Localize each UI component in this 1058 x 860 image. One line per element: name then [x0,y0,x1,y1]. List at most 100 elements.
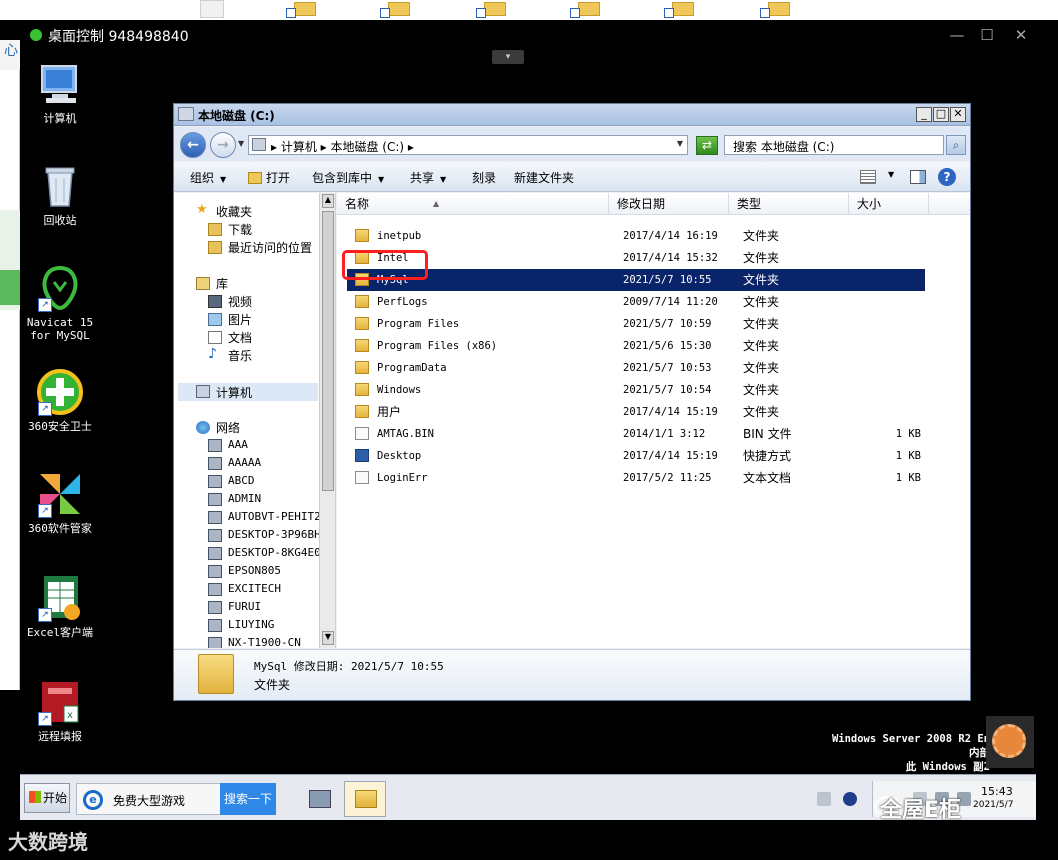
file-name: LoginErr [377,472,428,484]
explorer-titlebar[interactable]: 本地磁盘 (C:) _ □ ✕ [174,104,970,126]
host-folder-shortcut-icon[interactable] [380,0,410,18]
search-button[interactable]: 搜索一下 [220,783,276,815]
search-input[interactable]: 搜索 本地磁盘 (C:) [724,135,944,155]
file-row[interactable]: Windows 2021/5/7 10:54 文件夹 [347,379,925,401]
minimize-button[interactable]: — [944,24,970,46]
host-left-char: 心 [0,40,20,70]
file-row[interactable]: inetpub 2017/4/14 16:19 文件夹 [347,225,925,247]
clock-date[interactable]: 2021/5/7 [973,800,1013,810]
nav-pane-scrollbar[interactable]: ▲ ▼ [319,193,335,648]
back-button[interactable]: ← [180,132,206,158]
recent-places-icon [208,241,222,254]
explorer-maximize-button[interactable]: □ [933,107,949,122]
help-icon[interactable] [843,792,857,806]
file-row[interactable]: Intel 2017/4/14 15:32 文件夹 [347,247,925,269]
file-row[interactable]: AMTAG.BIN 2014/1/1 3:12 BIN 文件 1 KB [347,423,925,445]
refresh-button[interactable]: ⇄ [696,136,718,155]
address-dropdown-icon[interactable]: ▼ [677,139,683,148]
file-icon [355,427,369,440]
desktop-icon-computer[interactable]: 计算机 [18,60,102,125]
file-name: PerfLogs [377,296,428,308]
nav-computer[interactable]: 计算机 [178,383,318,401]
file-row[interactable]: Program Files 2021/5/7 10:59 文件夹 [347,313,925,335]
taskbar-explorer[interactable] [344,781,386,817]
network-computer-icon [208,637,222,648]
maximize-button[interactable]: ☐ [974,24,1000,46]
file-row[interactable]: ProgramData 2021/5/7 10:53 文件夹 [347,357,925,379]
include-in-library-button[interactable]: 包含到库中 ▼ [312,169,384,186]
preview-pane-icon[interactable] [910,170,926,184]
file-row[interactable]: Desktop 2017/4/14 15:19 快捷方式 1 KB [347,445,925,467]
explorer-nav-bar: ← → ▼ ▸ 计算机 ▸ 本地磁盘 (C:) ▸ ▼ ⇄ 搜索 本地磁盘 (C… [174,127,970,161]
windows-watermark: Windows Server 2008 R2 En 内部 此 Windows 副… [831,733,990,773]
help-icon[interactable]: ? [938,168,956,186]
ie-search-text: 免费大型游戏 [113,794,186,808]
keyboard-icon[interactable] [817,792,831,806]
host-folder-shortcut-icon[interactable] [476,0,506,18]
pictures-icon [208,313,222,326]
bottom-watermark: 大数跨境 [8,830,88,854]
column-header-size[interactable]: 大小 [849,193,929,215]
column-header-name[interactable]: 名称 ▲ [337,193,609,215]
desktop-icon-360-software[interactable]: ↗ 360软件管家 [18,470,102,535]
file-modified: 2017/4/14 15:32 [623,252,718,264]
share-button[interactable]: 共享 ▼ [410,169,446,186]
organize-button[interactable]: 组织 ▼ [190,169,226,186]
burn-button[interactable]: 刻录 [472,169,496,186]
open-button[interactable]: 打开 [248,169,290,186]
address-path[interactable]: ▸ 计算机 ▸ 本地磁盘 (C:) ▸ [271,138,414,155]
folder-icon [355,317,369,330]
downloads-icon [208,223,222,236]
desktop-icon-excel-client[interactable]: ↗ Excel客户端 [18,574,102,639]
view-options-icon[interactable] [860,170,876,184]
file-row[interactable]: Program Files (x86) 2021/5/6 15:30 文件夹 [347,335,925,357]
sort-ascending-icon: ▲ [433,199,440,208]
host-file-icon[interactable] [200,0,230,18]
desktop-icon-remote-report[interactable]: x ↗ 远程填报 [18,678,102,743]
forward-button[interactable]: → [210,132,236,158]
view-dropdown-icon[interactable]: ▼ [888,170,894,179]
videos-icon [208,295,222,308]
host-bottom-strip: 大数跨境 全屋E柜 [0,796,1058,860]
desktop-icon-navicat[interactable]: ↗ Navicat 15 for MySQL [18,264,102,342]
desktop-icon-360-safe[interactable]: ↗ 360安全卫士 [18,368,102,433]
gear-icon[interactable] [986,716,1034,768]
desktop-icon-recycle-bin[interactable]: 回收站 [18,162,102,227]
file-row[interactable]: MySql 2021/5/7 10:55 文件夹 [347,269,925,291]
file-modified: 2021/5/7 10:55 [623,274,712,286]
file-row[interactable]: LoginErr 2017/5/2 11:25 文本文档 1 KB [347,467,925,489]
host-folder-shortcut-icon[interactable] [570,0,600,18]
explorer-minimize-button[interactable]: _ [916,107,932,122]
folder-icon [355,339,369,352]
file-name: Program Files [377,318,460,330]
search-icon[interactable]: ⌕ [946,135,966,155]
host-folder-shortcut-icon[interactable] [760,0,790,18]
file-row[interactable]: PerfLogs 2009/7/14 11:20 文件夹 [347,291,925,313]
host-folder-shortcut-icon[interactable] [664,0,694,18]
file-size: 1 KB [895,450,921,462]
file-type: 文件夹 [743,273,780,287]
column-header-type[interactable]: 类型 [729,193,849,215]
address-bar[interactable]: ▸ 计算机 ▸ 本地磁盘 (C:) ▸ ▼ [248,135,688,155]
file-modified: 2017/5/2 11:25 [623,472,712,484]
explorer-close-button[interactable]: ✕ [950,107,966,122]
column-header-modified[interactable]: 修改日期 [609,193,729,215]
network-computer-icon [208,547,222,560]
collapse-toolbar-button[interactable]: ▾ [492,50,524,64]
host-folder-shortcut-icon[interactable] [286,0,316,18]
taskbar-server-manager[interactable] [298,781,340,817]
recent-pages-dropdown-icon[interactable]: ▼ [238,139,244,148]
network-computer-icon [208,493,222,506]
start-button[interactable]: 开始 [24,783,70,813]
close-button[interactable]: ✕ [1008,24,1034,46]
ie-search-box[interactable]: e 免费大型游戏 [76,783,224,815]
clock-time[interactable]: 15:43 [981,785,1013,798]
file-type: 文件夹 [743,405,780,419]
file-name: 用户 [377,405,402,419]
host-left-strip: 心 [0,40,20,690]
new-folder-button[interactable]: 新建文件夹 [514,169,574,186]
folder-icon [355,361,369,374]
file-row[interactable]: 用户 2017/4/14 15:19 文件夹 [347,401,925,423]
network-computer-icon [208,529,222,542]
file-size: 1 KB [895,428,921,440]
